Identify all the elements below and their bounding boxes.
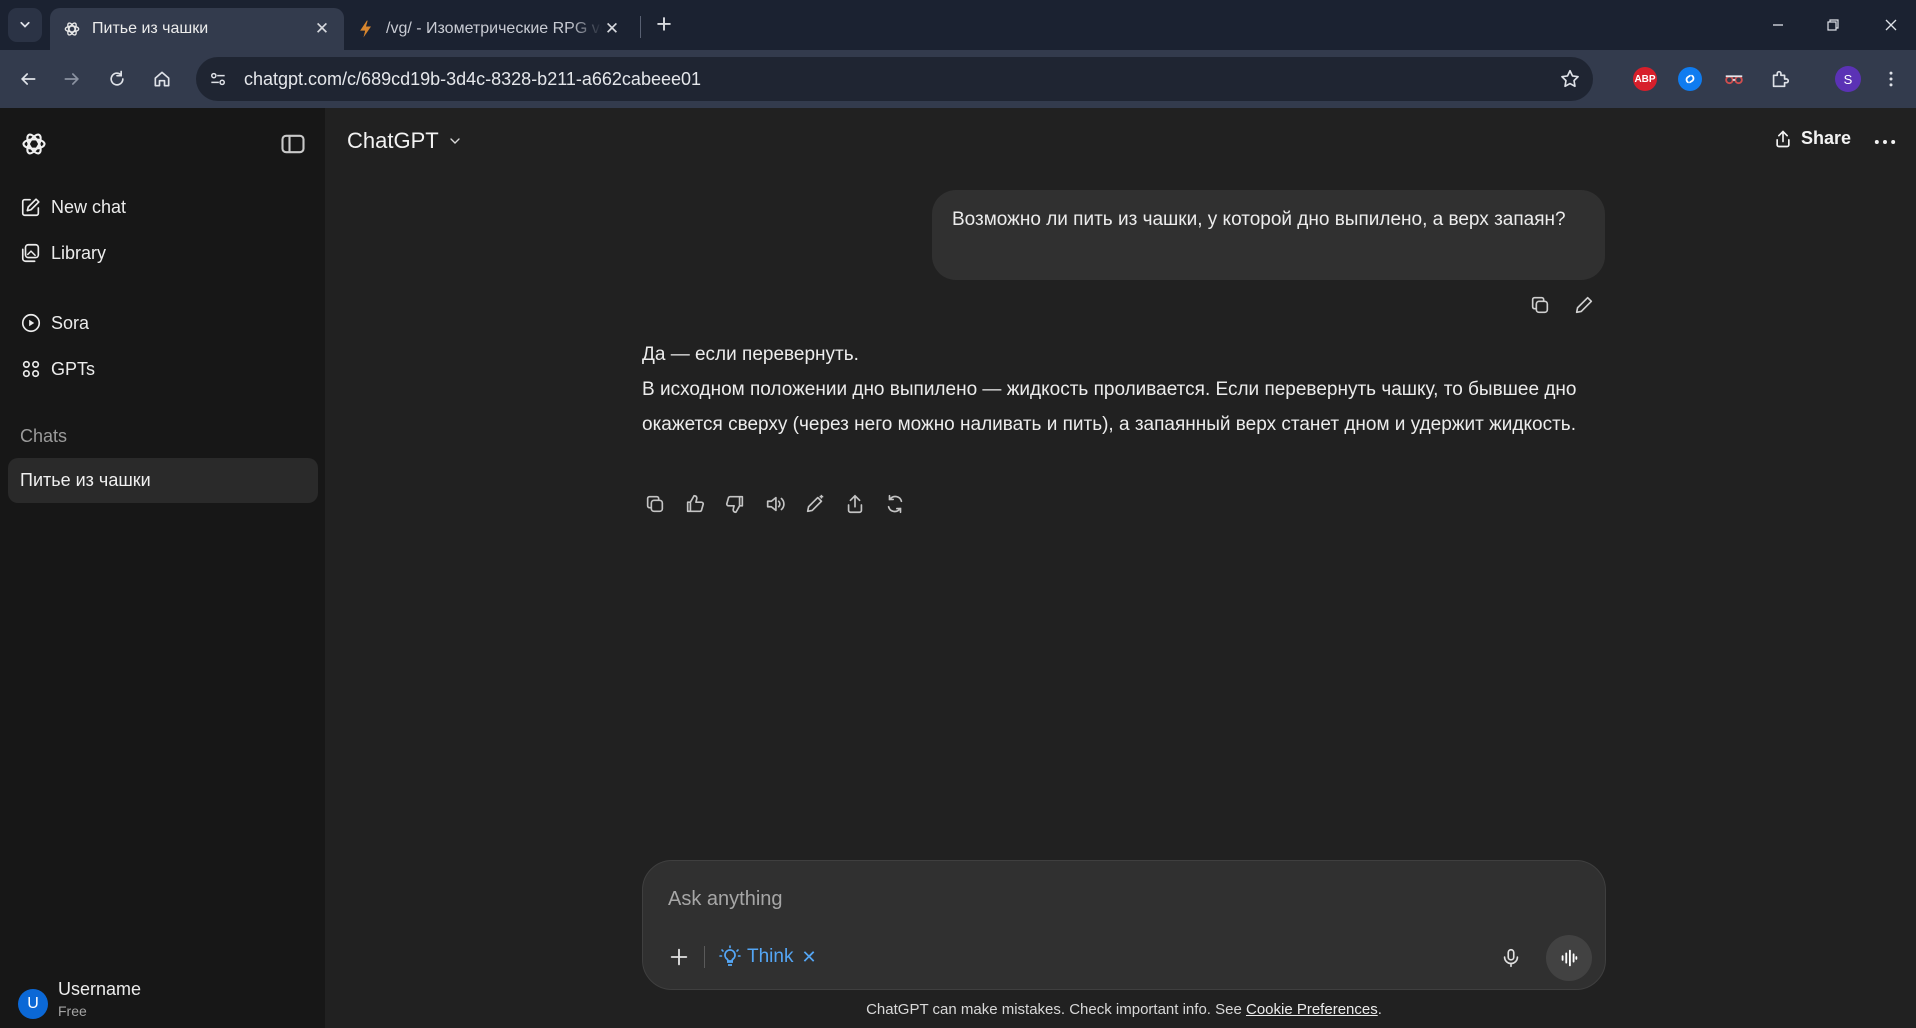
more-vertical-icon (1889, 71, 1893, 87)
shazam-icon[interactable] (1678, 67, 1702, 91)
sidebar-toggle-icon[interactable] (279, 130, 307, 158)
arrow-left-icon (20, 73, 36, 85)
play-circle-icon (21, 313, 41, 333)
disclaimer: ChatGPT can make mistakes. Check importa… (866, 1001, 1382, 1018)
chatgpt-logo-icon (64, 22, 80, 36)
chevron-down-icon (450, 138, 460, 144)
home-icon (154, 71, 170, 87)
home-button[interactable] (146, 63, 178, 95)
new-chat-button[interactable]: New chat (10, 188, 318, 226)
reload-button[interactable] (101, 63, 133, 95)
url-text: chatgpt.com/c/689cd19b-3d4c-8328-b211-a6… (244, 68, 702, 89)
sidebar: New chat Library Sora GPTs Chats Питье и… (0, 108, 325, 1028)
composer: Think ✕ (642, 860, 1606, 990)
new-tab-button[interactable]: + (650, 11, 678, 40)
grid-icon (22, 360, 40, 378)
edit-pencil-icon[interactable] (1571, 292, 1597, 318)
tab-title: Питье из чашки (92, 20, 209, 37)
site-settings-icon[interactable] (208, 69, 228, 89)
tab-strip: Питье из чашки ✕ /vg/ - Изометрические R… (0, 0, 1916, 50)
browser-menu-button[interactable] (1875, 63, 1907, 95)
assistant-answer-body: В исходном положении дно выпилено — жидк… (642, 379, 1577, 435)
chatgpt-app: New chat Library Sora GPTs Chats Питье и… (0, 108, 1916, 1028)
thumbs-up-icon[interactable] (682, 491, 708, 517)
tab-divider (640, 16, 641, 38)
chevron-down-icon (20, 21, 30, 28)
read-aloud-icon[interactable] (762, 491, 788, 517)
regenerate-icon[interactable] (882, 491, 908, 517)
chat-history-item[interactable]: Питье из чашки (8, 458, 318, 503)
sidebar-item-library[interactable]: Library (10, 234, 318, 272)
prompt-input[interactable] (668, 883, 1368, 915)
restore-icon (1827, 19, 1839, 31)
browser-tab[interactable]: /vg/ - Изометрические RPG vc ✕ (344, 8, 634, 50)
bookmark-star-icon[interactable] (1559, 68, 1581, 90)
openai-logo-icon[interactable] (20, 130, 48, 158)
tab-search-button[interactable] (8, 8, 42, 42)
chat-main: ChatGPT Share Возможно ли пить из чашки,… (325, 108, 1916, 1028)
cookie-preferences-link[interactable]: Cookie Preferences (1246, 1001, 1378, 1018)
username: Username (58, 979, 142, 999)
copy-icon[interactable] (642, 491, 668, 517)
minimize-icon (1773, 24, 1783, 26)
back-button[interactable] (12, 63, 44, 95)
thumbs-down-icon[interactable] (722, 491, 748, 517)
library-icon (21, 243, 40, 263)
forward-button[interactable] (56, 63, 88, 95)
minimize-button[interactable] (1758, 10, 1798, 40)
plan-label: Free (58, 1003, 87, 1019)
lightning-icon (360, 20, 371, 38)
share-button[interactable]: Share (1773, 128, 1851, 149)
user-account-button[interactable]: U Username Free (18, 979, 318, 1023)
model-selector[interactable]: ChatGPT (347, 128, 463, 154)
more-options-icon[interactable] (1871, 128, 1899, 156)
lightbulb-icon (719, 945, 741, 966)
copy-icon[interactable] (1527, 292, 1553, 318)
avatar: U (18, 989, 48, 1019)
browser-chrome: Питье из чашки ✕ /vg/ - Изометрические R… (0, 0, 1916, 140)
tab-close-icon[interactable]: ✕ (602, 19, 622, 39)
tab-close-icon[interactable]: ✕ (312, 19, 332, 39)
glasses-extension-icon[interactable] (1722, 67, 1746, 91)
voice-mode-button[interactable] (1546, 935, 1592, 981)
profile-avatar[interactable]: S (1835, 66, 1861, 92)
share-icon[interactable] (842, 491, 868, 517)
share-icon (1776, 129, 1790, 147)
assistant-answer-lead: Да — если перевернуть. (642, 344, 859, 365)
plus-icon (670, 948, 688, 966)
browser-toolbar: chatgpt.com/c/689cd19b-3d4c-8328-b211-a6… (0, 50, 1916, 140)
attach-button[interactable] (662, 940, 696, 974)
restore-button[interactable] (1813, 10, 1853, 40)
assistant-message-actions (642, 491, 908, 521)
assistant-message: Да — если перевернуть. В исходном положе… (642, 337, 1607, 442)
composer-divider (704, 946, 705, 968)
browser-tab-active[interactable]: Питье из чашки ✕ (50, 8, 344, 50)
remove-think-icon[interactable]: ✕ (801, 947, 816, 968)
sidebar-item-gpts[interactable]: GPTs (10, 350, 318, 388)
dictate-button[interactable] (1494, 941, 1528, 975)
adblock-plus-icon[interactable]: ABP (1633, 67, 1657, 91)
compose-icon (21, 198, 40, 217)
close-icon (1885, 19, 1897, 31)
sidebar-item-sora[interactable]: Sora (10, 304, 318, 342)
think-tool-chip[interactable]: Think ✕ (718, 942, 817, 972)
user-message-actions (1527, 292, 1597, 320)
puzzle-extensions-icon[interactable] (1768, 67, 1792, 91)
voice-waveform-icon (1561, 949, 1578, 967)
reload-icon (110, 70, 124, 86)
arrow-right-icon (64, 73, 80, 85)
tab-title: /vg/ - Изометрические RPG vc (386, 20, 602, 37)
edit-in-canvas-icon[interactable] (802, 491, 828, 517)
user-message: Возможно ли пить из чашки, у которой дно… (932, 190, 1605, 280)
chats-section-label: Chats (20, 426, 68, 446)
address-bar[interactable]: chatgpt.com/c/689cd19b-3d4c-8328-b211-a6… (196, 57, 1593, 101)
microphone-icon (1503, 948, 1519, 968)
close-window-button[interactable] (1871, 10, 1911, 40)
